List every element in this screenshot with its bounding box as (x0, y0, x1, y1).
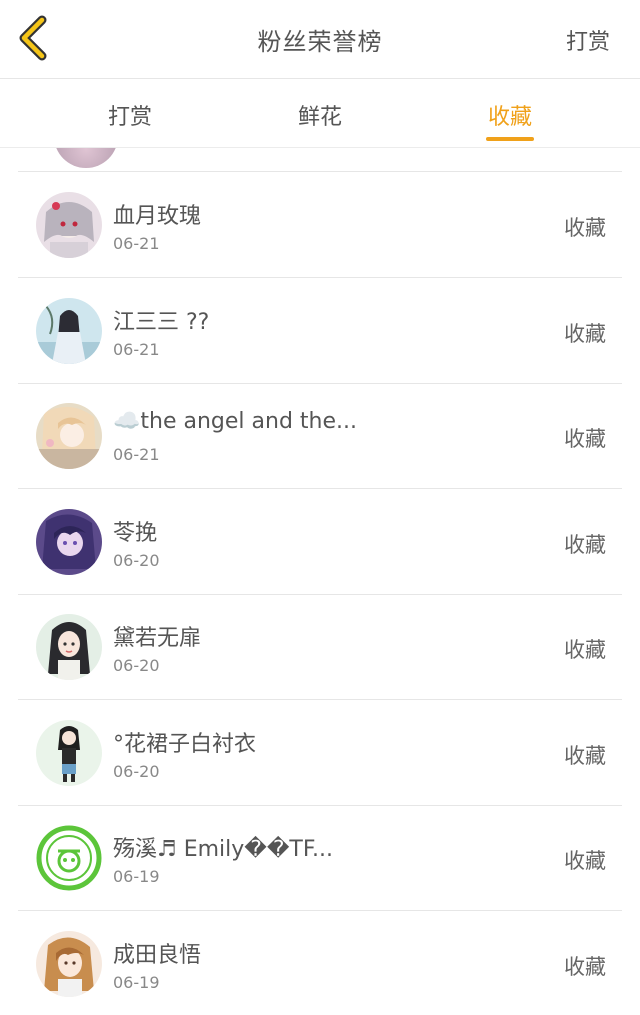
fan-date: 06-20 (113, 762, 160, 781)
avatar (36, 614, 102, 680)
tab-tip[interactable]: 打赏 (70, 99, 190, 131)
fan-date: 06-21 (113, 234, 160, 253)
list-item[interactable]: 江三三 ?? 06-21 收藏 (18, 278, 622, 384)
active-tab-indicator (486, 137, 534, 141)
list-item[interactable]: 殇溪♬ Emily��TF... 06-19 收藏 (18, 805, 622, 911)
list-item[interactable]: 黛若无扉 06-20 收藏 (18, 594, 622, 700)
fan-action: 收藏 (564, 744, 606, 768)
fan-name: 殇溪♬ Emily��TF... (113, 837, 333, 862)
tab-flowers[interactable]: 鲜花 (260, 99, 380, 131)
list-item[interactable]: °花裙子白衬衣 06-20 收藏 (18, 700, 622, 806)
avatar (54, 148, 118, 168)
tab-bar: 打赏 鲜花 收藏 (0, 79, 640, 148)
avatar (36, 403, 102, 469)
top-bar: 粉丝荣誉榜 打赏 (0, 0, 640, 79)
fan-action: 收藏 (564, 322, 606, 346)
fan-name: 苓挽 (113, 521, 158, 546)
fan-date: 06-19 (113, 867, 160, 886)
fan-name: 成田良悟 (113, 943, 202, 968)
page-title: 粉丝荣誉榜 (257, 28, 383, 56)
avatar (36, 931, 102, 997)
fan-name: 血月玫瑰 (113, 204, 202, 229)
fan-date: 06-19 (113, 973, 160, 992)
fan-action: 收藏 (564, 216, 606, 240)
fan-action: 收藏 (564, 849, 606, 873)
fan-action: 收藏 (564, 638, 606, 662)
list-item[interactable]: 苓挽 06-20 收藏 (18, 489, 622, 595)
fan-name: ☁️the angel and the... (113, 409, 357, 434)
fan-date: 06-20 (113, 551, 160, 570)
avatar (36, 825, 102, 891)
fan-name: 黛若无扉 (113, 626, 202, 651)
avatar (36, 509, 102, 575)
fan-date: 06-21 (113, 445, 160, 464)
fan-name: 江三三 ?? (113, 310, 210, 335)
fan-list[interactable]: 血月玫瑰 06-21 收藏 江三三 ?? 06-21 收藏 ☁️the ange… (0, 148, 640, 1015)
fan-action: 收藏 (564, 427, 606, 451)
tip-button[interactable]: 打赏 (566, 24, 610, 56)
list-item-partial (18, 148, 622, 172)
fan-name: °花裙子白衬衣 (113, 732, 257, 757)
tab-favorites[interactable]: 收藏 (450, 99, 570, 131)
fan-date: 06-21 (113, 340, 160, 359)
avatar (36, 192, 102, 258)
fan-action: 收藏 (564, 533, 606, 557)
avatar (36, 298, 102, 364)
list-item[interactable]: 成田良悟 06-19 收藏 (18, 911, 622, 1015)
list-item[interactable]: ☁️the angel and the... 06-21 收藏 (18, 383, 622, 489)
fan-date: 06-20 (113, 656, 160, 675)
list-item[interactable]: 血月玫瑰 06-21 收藏 (18, 172, 622, 278)
avatar (36, 720, 102, 786)
fan-action: 收藏 (564, 955, 606, 979)
